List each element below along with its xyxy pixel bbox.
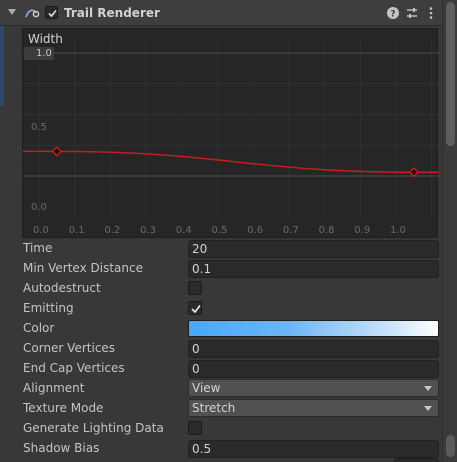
curve-key[interactable] <box>408 167 420 178</box>
x-tick-label: 0.2 <box>104 225 121 236</box>
end-cap-vertices-label: End Cap Vertices <box>23 361 125 375</box>
preset-icon[interactable] <box>404 5 420 21</box>
shadow-bias-label: Shadow Bias <box>23 441 100 455</box>
component-header[interactable]: Trail Renderer ? <box>0 0 442 26</box>
curve-top-value: 1.0 <box>24 47 54 60</box>
x-tick-label: 0.7 <box>282 225 299 236</box>
inspector-scrollbar[interactable] <box>442 0 457 462</box>
autodestruct-checkbox[interactable] <box>188 281 202 295</box>
corner-vertices-label: Corner Vertices <box>23 341 116 355</box>
curve-grid <box>23 39 439 219</box>
chevron-down-icon <box>424 406 432 411</box>
x-tick-label: 0.3 <box>140 225 156 236</box>
foldout-arrow-icon[interactable] <box>8 9 16 15</box>
texture-mode-dropdown[interactable]: Stretch <box>188 399 439 417</box>
chevron-down-icon <box>424 386 432 391</box>
time-label: Time <box>23 241 53 255</box>
x-tick-label: 0.9 <box>354 225 371 236</box>
y-tick-label: 0.5 <box>31 122 47 133</box>
texture-mode-label: Texture Mode <box>23 401 104 415</box>
x-tick-label: 0.0 <box>33 225 49 236</box>
generate-lighting-data-label: Generate Lighting Data <box>23 421 164 435</box>
alignment-dropdown[interactable]: View <box>188 379 439 397</box>
scrollbar-thumb[interactable] <box>446 2 455 146</box>
min-vertex-distance-field[interactable]: 0.1 <box>188 260 439 278</box>
x-tick-label: 0.5 <box>211 225 228 236</box>
component-enabled-checkbox[interactable] <box>45 6 58 19</box>
scrollbar-thumb-secondary[interactable] <box>446 435 455 457</box>
selection-edge <box>0 26 4 106</box>
alignment-value: View <box>192 381 221 395</box>
texture-mode-value: Stretch <box>192 401 236 415</box>
width-curve-editor[interactable]: Width 1.0 0.5 0.0 0.0 0.1 0.2 0.3 0.4 0.5 0.6 0… <box>22 28 439 239</box>
emitting-label: Emitting <box>23 301 74 315</box>
x-tick-label: 0.4 <box>175 225 192 236</box>
width-curve <box>23 150 439 174</box>
component-title: Trail Renderer <box>64 6 160 20</box>
x-tick-label: 1.0 <box>390 225 406 236</box>
trail-renderer-icon <box>24 5 40 21</box>
end-cap-vertices-field[interactable]: 0 <box>188 360 439 378</box>
next-field-partial[interactable] <box>394 458 439 462</box>
color-label: Color <box>23 321 55 335</box>
x-tick-label: 0.6 <box>247 225 264 236</box>
x-tick-label: 0.8 <box>318 225 335 236</box>
context-menu-icon[interactable] <box>423 5 439 21</box>
shadow-bias-field[interactable]: 0.5 <box>188 440 439 458</box>
alignment-label: Alignment <box>23 381 85 395</box>
help-icon[interactable]: ? <box>385 5 401 21</box>
autodestruct-label: Autodestruct <box>23 281 101 295</box>
curve-plot[interactable] <box>23 29 439 239</box>
checkmark-icon <box>191 304 201 314</box>
x-tick-label: 0.1 <box>68 225 85 236</box>
generate-lighting-data-checkbox[interactable] <box>188 421 202 435</box>
time-field[interactable]: 20 <box>188 240 439 258</box>
y-tick-label: 0.0 <box>31 202 47 213</box>
min-vertex-distance-label: Min Vertex Distance <box>23 261 143 275</box>
svg-text:?: ? <box>390 10 395 20</box>
curve-label: Width <box>28 32 63 46</box>
emitting-checkbox[interactable] <box>188 301 202 315</box>
color-gradient-field[interactable] <box>188 320 439 337</box>
curve-key[interactable] <box>51 146 63 157</box>
corner-vertices-field[interactable]: 0 <box>188 340 439 358</box>
